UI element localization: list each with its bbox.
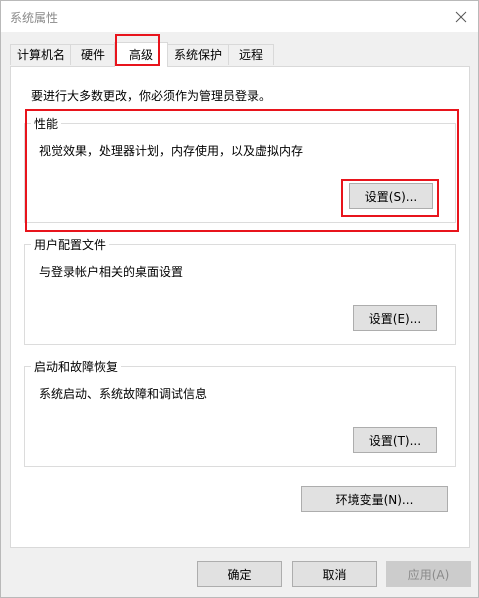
user-profiles-group: 用户配置文件 与登录帐户相关的桌面设置 设置(E)... bbox=[24, 236, 456, 345]
window-title: 系统属性 bbox=[10, 11, 59, 25]
performance-settings-highlight bbox=[341, 179, 439, 217]
advanced-tab-panel: 要进行大多数更改，你必须作为管理员登录。 性能 视觉效果，处理器计划，内存使用，… bbox=[10, 66, 470, 548]
system-properties-window: 系统属性 计算机名 硬件 高级 系统保护 远程 要进行大多数更改，你必须作为管理… bbox=[0, 0, 479, 598]
user-profiles-settings-button[interactable]: 设置(E)... bbox=[353, 305, 437, 331]
tab-remote[interactable]: 远程 bbox=[228, 44, 274, 65]
environment-variables-button[interactable]: 环境变量(N)... bbox=[301, 486, 448, 512]
tab-hardware[interactable]: 硬件 bbox=[70, 44, 116, 65]
user-profiles-title: 用户配置文件 bbox=[31, 236, 110, 253]
tab-computer-name[interactable]: 计算机名 bbox=[10, 44, 72, 65]
cancel-button[interactable]: 取消 bbox=[292, 561, 377, 587]
tab-system-protection[interactable]: 系统保护 bbox=[166, 44, 230, 65]
user-profiles-description: 与登录帐户相关的桌面设置 bbox=[39, 265, 184, 279]
startup-recovery-title: 启动和故障恢复 bbox=[31, 358, 122, 375]
title-bar: 系统属性 bbox=[1, 1, 478, 32]
startup-recovery-settings-button[interactable]: 设置(T)... bbox=[353, 427, 437, 453]
tab-strip: 计算机名 硬件 高级 系统保护 远程 bbox=[10, 42, 470, 67]
close-button[interactable] bbox=[444, 1, 478, 32]
startup-recovery-group: 启动和故障恢复 系统启动、系统故障和调试信息 设置(T)... bbox=[24, 358, 456, 467]
startup-recovery-description: 系统启动、系统故障和调试信息 bbox=[39, 387, 208, 401]
close-icon bbox=[455, 11, 467, 22]
ok-button[interactable]: 确定 bbox=[197, 561, 282, 587]
apply-button: 应用(A) bbox=[386, 561, 471, 587]
admin-note: 要进行大多数更改，你必须作为管理员登录。 bbox=[31, 89, 272, 103]
advanced-tab-highlight bbox=[115, 34, 160, 66]
